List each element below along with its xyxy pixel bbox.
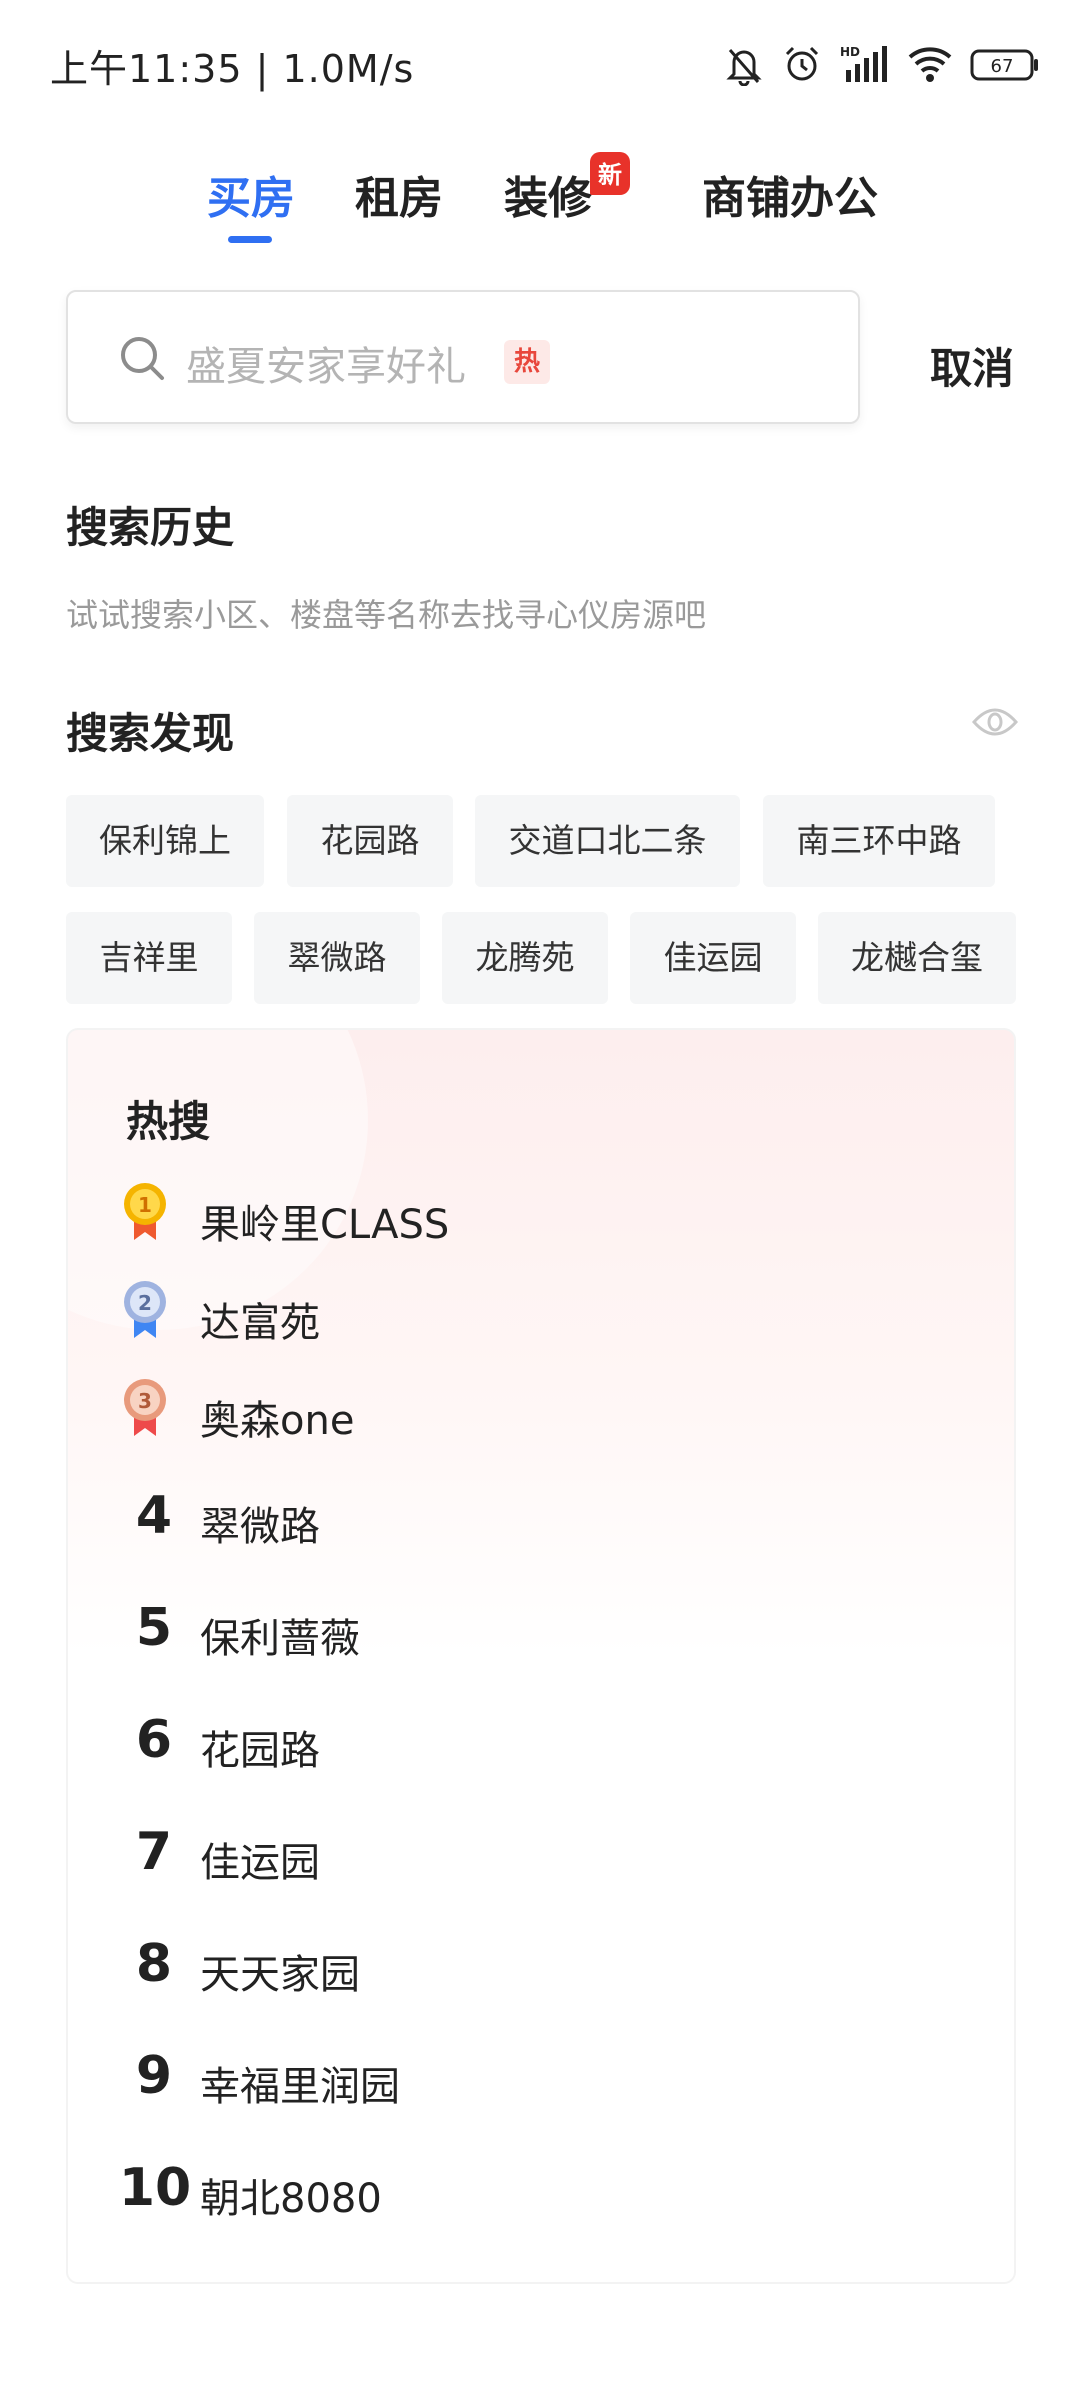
tab-decoration[interactable]: 装修	[504, 162, 592, 226]
hot-search-name: 达富苑	[200, 1300, 320, 1346]
new-badge: 新	[590, 152, 630, 195]
search-icon	[121, 337, 164, 380]
discover-chip[interactable]: 保利锦上	[66, 795, 264, 887]
hot-search-name: 朝北8080	[200, 2176, 382, 2222]
medal-rank: 2	[138, 1291, 152, 1315]
rank-number: 4	[135, 1486, 173, 1546]
hot-search-item[interactable]: 3 奥森one	[68, 1376, 1014, 1456]
cancel-button[interactable]: 取消	[930, 335, 1014, 396]
hot-search-name: 保利蔷薇	[200, 1616, 360, 1662]
hot-search-item[interactable]: 5 保利蔷薇	[68, 1594, 1014, 1674]
hot-search-item[interactable]: 7 佳运园	[68, 1818, 1014, 1898]
hot-search-item[interactable]: 4 翠微路	[68, 1482, 1014, 1562]
discover-chip[interactable]: 龙腾苑	[442, 912, 608, 1004]
status-icons: HD 67	[724, 40, 1040, 90]
eye-icon[interactable]	[972, 702, 1018, 742]
search-history-hint: 试试搜索小区、楼盘等名称去找寻心仪房源吧	[66, 596, 707, 634]
hot-search-title: 热搜	[126, 1097, 211, 1146]
search-history-title: 搜索历史	[66, 503, 235, 552]
discover-chip[interactable]: 花园路	[287, 795, 453, 887]
rank-number: 6	[135, 1710, 173, 1770]
hot-search-item[interactable]: 8 天天家园	[68, 1930, 1014, 2010]
gold-medal-icon: 1	[124, 1183, 166, 1240]
search-input[interactable]: 盛夏安家享好礼 热	[66, 290, 860, 424]
hot-search-name: 花园路	[200, 1728, 320, 1774]
hot-search-item[interactable]: 2 达富苑	[68, 1278, 1014, 1358]
wifi-icon	[908, 47, 952, 82]
rank-number: 10	[118, 2158, 192, 2218]
medal-rank: 1	[138, 1193, 152, 1217]
hot-search-item[interactable]: 10 朝北8080	[68, 2154, 1014, 2234]
discover-chip[interactable]: 佳运园	[630, 912, 796, 1004]
hot-search-card: 热搜 1 果岭里CLASS 2 达富苑 3 奥森one 4 翠微路 5 保利蔷薇…	[66, 1028, 1016, 2284]
hot-search-name: 奥森one	[200, 1398, 355, 1444]
battery-icon: 67	[970, 49, 1038, 81]
discover-chip[interactable]: 吉祥里	[66, 912, 232, 1004]
active-tab-indicator	[228, 236, 272, 243]
rank-number: 9	[135, 2046, 173, 2106]
tab-buy[interactable]: 买房	[207, 162, 295, 226]
tab-commercial-office[interactable]: 商铺办公	[702, 162, 878, 226]
hot-search-item[interactable]: 6 花园路	[68, 1706, 1014, 1786]
hot-tag: 热	[504, 340, 550, 384]
rank-number: 8	[135, 1934, 173, 1994]
rank-number: 7	[135, 1822, 173, 1882]
hot-search-name: 翠微路	[200, 1504, 320, 1550]
search-placeholder: 盛夏安家享好礼	[186, 344, 466, 390]
discover-chip[interactable]: 翠微路	[254, 912, 420, 1004]
battery-level: 67	[991, 56, 1014, 77]
svg-text:HD: HD	[840, 45, 860, 59]
top-tabs: 买房 租房 装修 商铺办公	[0, 150, 1080, 250]
hot-search-name: 果岭里CLASS	[200, 1202, 450, 1248]
bronze-medal-icon: 3	[124, 1379, 166, 1436]
status-bar: 上午11:35 | 1.0M/s HD 67	[0, 0, 1080, 120]
tab-rent[interactable]: 租房	[355, 162, 443, 226]
discover-chip[interactable]: 龙樾合玺	[818, 912, 1016, 1004]
rank-number: 5	[135, 1598, 173, 1658]
discover-chip[interactable]: 南三环中路	[763, 795, 995, 887]
status-time-speed: 上午11:35 | 1.0M/s	[50, 47, 415, 91]
hot-search-name: 天天家园	[200, 1952, 360, 1998]
hot-search-name: 幸福里润园	[200, 2064, 400, 2110]
alarm-icon	[785, 46, 819, 81]
hd-signal-icon: HD	[840, 45, 887, 82]
hot-search-item[interactable]: 9 幸福里润园	[68, 2042, 1014, 2122]
medal-rank: 3	[138, 1389, 152, 1413]
search-discover-title: 搜索发现	[66, 709, 235, 758]
hot-search-name: 佳运园	[200, 1840, 320, 1886]
discover-chip[interactable]: 交道口北二条	[475, 795, 740, 887]
mute-bell-icon	[726, 49, 762, 86]
hot-search-item[interactable]: 1 果岭里CLASS	[68, 1180, 1014, 1260]
silver-medal-icon: 2	[124, 1281, 166, 1338]
